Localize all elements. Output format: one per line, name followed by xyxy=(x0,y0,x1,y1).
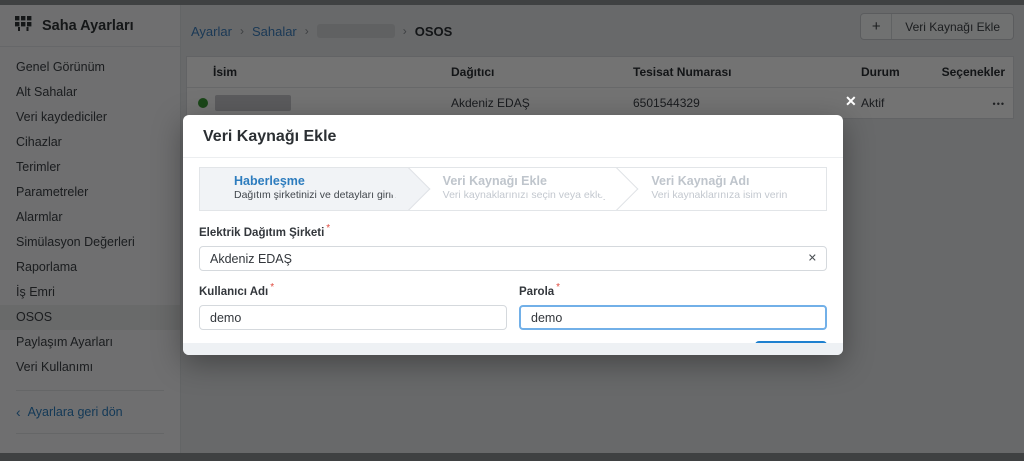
required-asterisk: * xyxy=(556,282,560,293)
add-data-source-modal: Veri Kaynağı Ekle HaberleşmeDağıtım şirk… xyxy=(183,115,843,355)
modal-bottom-strip xyxy=(183,343,843,355)
modal-title: Veri Kaynağı Ekle xyxy=(183,115,843,158)
wizard-steps: HaberleşmeDağıtım şirketinizi ve detayla… xyxy=(199,167,827,211)
username-label: Kullanıcı Adı xyxy=(199,286,268,298)
wizard-step-veri-kayna-ekle[interactable]: Veri Kaynağı EkleVeri kaynaklarınızı seç… xyxy=(409,168,618,210)
username-field-group: Kullanıcı Adı* xyxy=(199,282,507,330)
step-subtitle: Dağıtım şirketinizi ve detayları girin xyxy=(234,189,409,202)
company-input[interactable] xyxy=(199,246,827,271)
password-field-group: Parola* xyxy=(519,282,827,330)
wizard-step-haberle-me[interactable]: HaberleşmeDağıtım şirketinizi ve detayla… xyxy=(200,168,409,210)
step-subtitle: Veri kaynaklarınıza isim verin xyxy=(651,189,826,202)
close-icon[interactable]: ✕ xyxy=(845,94,857,108)
company-field-group: Elektrik Dağıtım Şirketi* ✕ xyxy=(199,223,827,271)
required-asterisk: * xyxy=(270,282,274,293)
step-title: Veri Kaynağı Ekle xyxy=(443,174,618,189)
modal-form: Elektrik Dağıtım Şirketi* ✕ Kullanıcı Ad… xyxy=(183,211,843,330)
step-title: Haberleşme xyxy=(234,174,409,189)
company-label: Elektrik Dağıtım Şirketi xyxy=(199,227,324,239)
clear-icon[interactable]: ✕ xyxy=(808,253,817,264)
step-title: Veri Kaynağı Adı xyxy=(651,174,826,189)
password-label: Parola xyxy=(519,286,554,298)
wizard-step-veri-kayna-ad[interactable]: Veri Kaynağı AdıVeri kaynaklarınıza isim… xyxy=(617,168,826,210)
password-input[interactable] xyxy=(519,305,827,330)
required-asterisk: * xyxy=(326,223,330,234)
username-input[interactable] xyxy=(199,305,507,330)
step-subtitle: Veri kaynaklarınızı seçin veya ekleyin xyxy=(443,189,618,202)
